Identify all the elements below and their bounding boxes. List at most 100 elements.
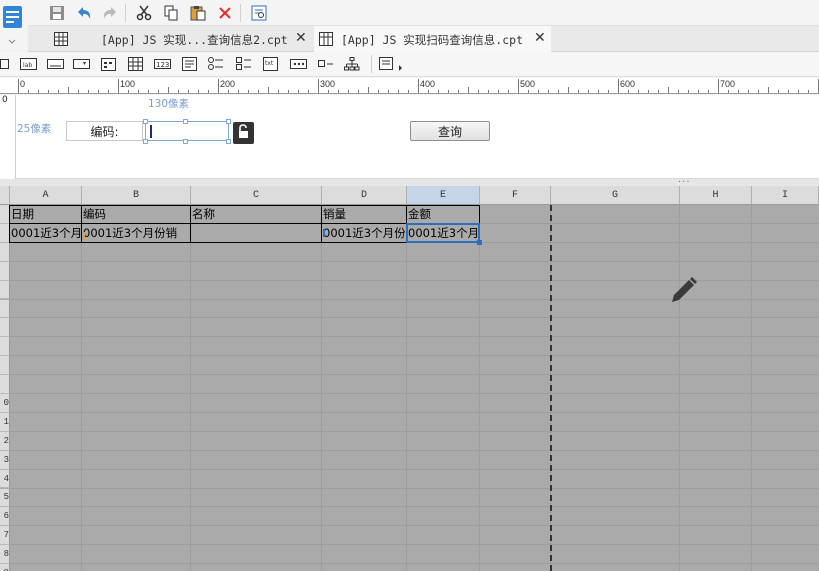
- ruler-tick: [808, 90, 809, 93]
- grid-corner[interactable]: [0, 186, 10, 205]
- vertical-ruler: 0: [0, 95, 16, 179]
- data-cell-a[interactable]: 0001近3个月: [10, 224, 81, 242]
- ruler-tick: [448, 90, 449, 93]
- ruler-label: 600: [620, 79, 636, 89]
- number-widget-icon: 123: [154, 59, 171, 69]
- header-cell-a[interactable]: 日期: [10, 205, 81, 223]
- save-icon[interactable]: [46, 2, 68, 24]
- ruler-tick: [208, 90, 209, 93]
- ruler-tick: [638, 90, 639, 93]
- app-menu-button[interactable]: [0, 0, 28, 50]
- main-toolbar: [0, 0, 819, 26]
- row-gridline: [10, 317, 819, 319]
- header-cell-d[interactable]: 销量: [322, 205, 406, 223]
- redo-icon[interactable]: [99, 2, 121, 24]
- row-header[interactable]: 1: [0, 412, 10, 432]
- column-header-d[interactable]: D: [322, 186, 407, 205]
- tab-report-active[interactable]: [App] JS 实现扫码查询信息.cpt ✕: [314, 26, 551, 52]
- ruler-tick: [518, 79, 519, 93]
- ruler-tick: [548, 90, 549, 93]
- header-cell-c[interactable]: 名称: [191, 205, 321, 223]
- copy-icon[interactable]: [160, 2, 182, 24]
- column-header-b[interactable]: B: [82, 186, 191, 205]
- code-input[interactable]: [145, 121, 229, 141]
- cut-icon[interactable]: [133, 2, 155, 24]
- row-header[interactable]: 0: [0, 394, 10, 413]
- row-header[interactable]: [0, 299, 10, 319]
- column-header-i[interactable]: I: [752, 186, 819, 205]
- ruler-tick: [128, 90, 129, 93]
- tab-report-2[interactable]: [App] JS 实现...查询信息2.cpt ✕: [50, 26, 314, 52]
- ruler-tick: [258, 90, 259, 93]
- ruler-tick: [798, 90, 799, 93]
- horizontal-ruler: 0 100 200 300 400 500 600 700: [0, 78, 819, 94]
- ruler-tick: [138, 90, 139, 93]
- text-widget-icon: lab: [20, 58, 37, 70]
- column-header-a[interactable]: A: [10, 186, 82, 205]
- row-header[interactable]: [0, 337, 10, 357]
- ruler-tick: [388, 90, 389, 93]
- ruler-tick: [308, 90, 309, 93]
- row-header[interactable]: 6: [0, 507, 10, 527]
- app-logo-icon: [3, 6, 22, 44]
- row-header[interactable]: [0, 261, 10, 281]
- svg-text:123: 123: [156, 61, 169, 69]
- row-header[interactable]: 5: [0, 488, 10, 508]
- column-header-h[interactable]: H: [680, 186, 752, 205]
- undo-icon[interactable]: [73, 2, 95, 24]
- row-header[interactable]: [0, 375, 10, 394]
- ruler-tick: [338, 90, 339, 93]
- ruler-tick: [368, 87, 369, 93]
- row-header[interactable]: [0, 318, 10, 338]
- widget-toolbar: lab 123 txt: [0, 52, 819, 77]
- ruler-tick: [298, 90, 299, 93]
- row-header[interactable]: 9: [0, 564, 10, 571]
- ruler-tick: [318, 79, 319, 93]
- row-header[interactable]: [0, 280, 10, 300]
- paste-icon[interactable]: [187, 2, 209, 24]
- column-header-c[interactable]: C: [191, 186, 322, 205]
- ruler-tick: [228, 90, 229, 93]
- ruler-tick: [68, 87, 69, 93]
- ruler-tick: [708, 90, 709, 93]
- row-gridline: [10, 563, 819, 565]
- ruler-tick: [218, 79, 219, 93]
- more-widgets-icon: [379, 57, 402, 71]
- column-gridline: [81, 205, 82, 571]
- ruler-tick: [78, 90, 79, 93]
- textarea-widget-icon: [182, 57, 197, 71]
- row-header[interactable]: 3: [0, 450, 10, 470]
- svg-text:lab: lab: [23, 62, 32, 69]
- header-cell-b[interactable]: 编码: [82, 205, 190, 223]
- expand-marker-icon: [323, 229, 325, 237]
- column-header-e[interactable]: E: [407, 186, 480, 205]
- column-gridline: [479, 205, 480, 571]
- row-gridline: [10, 393, 819, 394]
- column-header-f[interactable]: F: [480, 186, 551, 205]
- ruler-tick: [538, 90, 539, 93]
- lock-icon[interactable]: [233, 122, 254, 144]
- tab-close-icon[interactable]: ✕: [295, 30, 307, 46]
- header-cell-e[interactable]: 金额: [407, 205, 479, 223]
- ruler-tick: [468, 87, 469, 93]
- delete-icon[interactable]: [214, 2, 236, 24]
- row-header[interactable]: 8: [0, 545, 10, 565]
- tab-close-icon[interactable]: ✕: [534, 30, 546, 46]
- splitter-handle[interactable]: ···: [0, 177, 819, 188]
- row-header[interactable]: [0, 242, 10, 262]
- query-button[interactable]: 查询: [410, 121, 490, 141]
- row-header[interactable]: [0, 356, 10, 376]
- ruler-tick: [148, 90, 149, 93]
- row-header[interactable]: 4: [0, 469, 10, 489]
- column-header-g[interactable]: G: [551, 186, 680, 205]
- row-header[interactable]: 7: [0, 526, 10, 546]
- expand-marker-icon: [83, 232, 85, 240]
- preview-icon[interactable]: [248, 2, 270, 24]
- fill-handle[interactable]: [477, 240, 482, 245]
- row-header[interactable]: 2: [0, 431, 10, 451]
- svg-text:txt: txt: [265, 60, 274, 67]
- data-cell-d[interactable]: 0001近3个月份: [322, 224, 406, 242]
- ruler-tick: [438, 90, 439, 93]
- data-cell-b[interactable]: 0001近3个月份销: [82, 224, 190, 242]
- spreadsheet-grid[interactable]: ABCDEFGHI0123456789日期编码名称销量金额0001近3个月000…: [0, 186, 819, 571]
